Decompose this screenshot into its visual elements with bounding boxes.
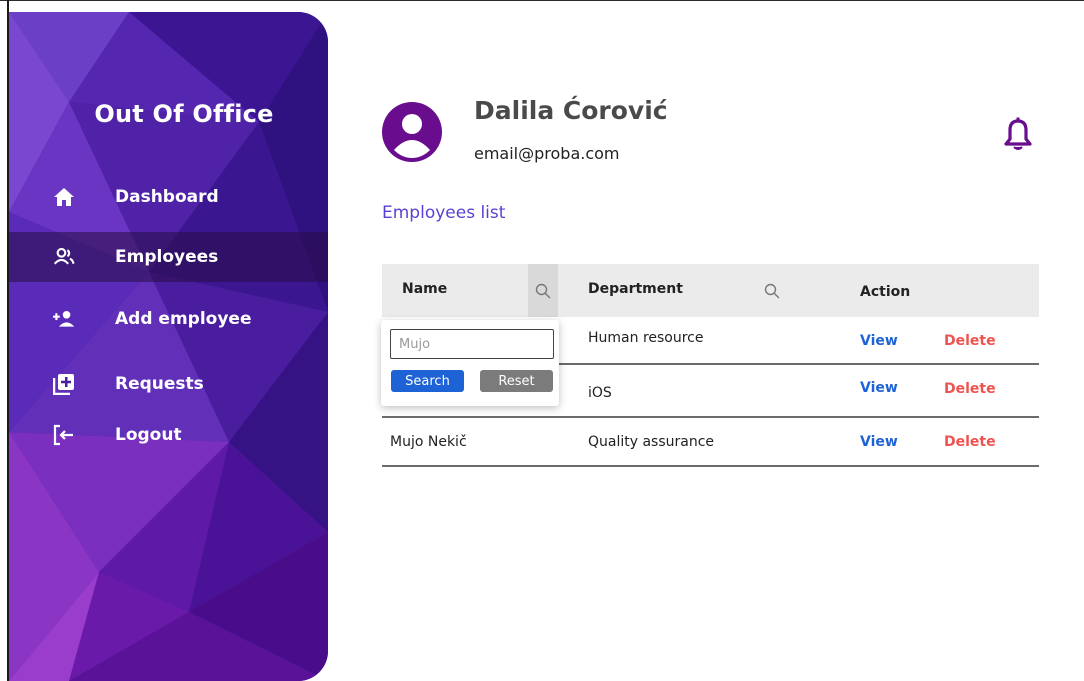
window-top-border xyxy=(0,0,1084,1)
cell-name: Mujo Nekič xyxy=(390,434,467,450)
sidebar-item-label: Dashboard xyxy=(115,187,219,207)
name-filter-dropdown: Search Reset xyxy=(381,320,559,406)
sidebar-item-employees[interactable]: Employees xyxy=(9,232,328,282)
name-filter-input[interactable] xyxy=(390,329,554,359)
logout-icon xyxy=(53,424,75,446)
cell-department: Human resource xyxy=(588,330,704,346)
delete-link[interactable]: Delete xyxy=(944,434,996,450)
column-header-name: Name xyxy=(402,281,448,297)
cell-department: Quality assurance xyxy=(588,434,715,450)
sidebar-item-label: Employees xyxy=(115,247,219,267)
add-box-icon xyxy=(53,373,75,395)
bell-icon xyxy=(1004,117,1032,150)
sidebar-item-dashboard[interactable]: Dashboard xyxy=(9,172,328,222)
table-row: Mujo Nekič Quality assurance View Delete xyxy=(382,418,1039,467)
search-icon xyxy=(764,283,780,298)
sidebar: Out Of Office Dashboard Employees Add em… xyxy=(9,12,328,681)
delete-link[interactable]: Delete xyxy=(944,381,996,397)
search-icon xyxy=(535,283,551,298)
notifications-button[interactable] xyxy=(1003,117,1033,151)
view-link[interactable]: View xyxy=(860,434,898,450)
app-title: Out Of Office xyxy=(94,100,274,128)
sidebar-item-label: Logout xyxy=(115,425,182,445)
department-filter-button[interactable] xyxy=(757,264,787,317)
avatar[interactable] xyxy=(382,102,442,162)
view-link[interactable]: View xyxy=(860,333,898,349)
column-header-action: Action xyxy=(860,284,911,300)
sidebar-item-add-employee[interactable]: Add employee xyxy=(9,294,328,344)
users-icon xyxy=(53,246,75,268)
cell-department: iOS xyxy=(588,385,612,401)
column-header-department: Department xyxy=(588,281,683,297)
user-name: Dalila Ćorović xyxy=(474,96,668,125)
table-header: Name Department Action xyxy=(382,264,1039,317)
add-user-icon xyxy=(53,308,75,330)
sidebar-item-label: Requests xyxy=(115,374,204,394)
user-email: email@proba.com xyxy=(474,144,620,163)
filter-reset-button[interactable]: Reset xyxy=(480,370,553,392)
sidebar-item-requests[interactable]: Requests xyxy=(9,359,328,409)
sidebar-item-logout[interactable]: Logout xyxy=(9,410,328,460)
filter-search-button[interactable]: Search xyxy=(391,370,464,392)
name-filter-button[interactable] xyxy=(528,264,558,317)
view-link[interactable]: View xyxy=(860,380,898,396)
delete-link[interactable]: Delete xyxy=(944,333,996,349)
avatar-icon xyxy=(382,102,442,162)
sidebar-item-label: Add employee xyxy=(115,309,252,329)
employees-list-title: Employees list xyxy=(382,203,506,223)
home-icon xyxy=(53,186,75,208)
